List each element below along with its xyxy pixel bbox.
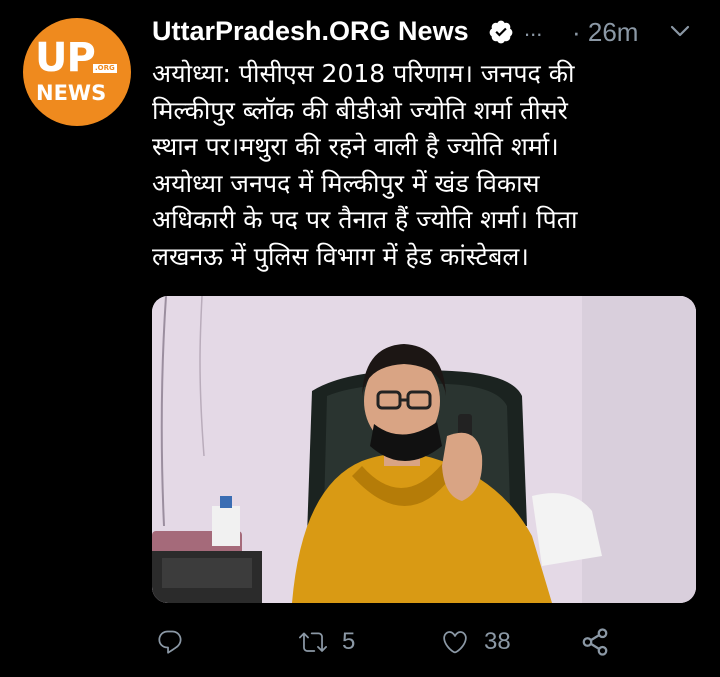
chevron-down-icon[interactable] bbox=[670, 24, 690, 38]
tweet-media-photo[interactable] bbox=[152, 296, 696, 603]
retweet-button[interactable]: 5 bbox=[298, 620, 355, 664]
like-button[interactable]: 38 bbox=[440, 620, 511, 664]
display-name[interactable]: UttarPradesh.ORG News bbox=[152, 16, 469, 47]
retweet-icon bbox=[299, 632, 327, 652]
tweet-actions: 5 38 bbox=[152, 620, 712, 664]
avatar-logo-org: .ORG bbox=[93, 64, 117, 73]
share-button[interactable] bbox=[580, 620, 610, 664]
photo-illustration bbox=[152, 296, 696, 603]
avatar-logo-news: NEWS bbox=[36, 81, 107, 105]
verified-badge-icon bbox=[489, 20, 513, 44]
like-count: 38 bbox=[484, 628, 511, 655]
tweet-header: UttarPradesh.ORG News ... · 26m bbox=[152, 14, 712, 50]
more-dots: ... bbox=[524, 16, 543, 41]
heart-icon bbox=[443, 631, 467, 654]
avatar[interactable]: UP .ORG NEWS bbox=[23, 18, 131, 126]
reply-icon bbox=[158, 630, 182, 654]
reply-button[interactable] bbox=[156, 620, 184, 664]
retweet-count: 5 bbox=[342, 628, 356, 655]
share-icon bbox=[582, 628, 608, 656]
avatar-logo-up: UP bbox=[35, 35, 96, 81]
timestamp[interactable]: · 26m bbox=[572, 17, 638, 48]
tweet-text: अयोध्या: पीसीएस 2018 परिणाम। जनपद की मिल… bbox=[152, 59, 578, 271]
